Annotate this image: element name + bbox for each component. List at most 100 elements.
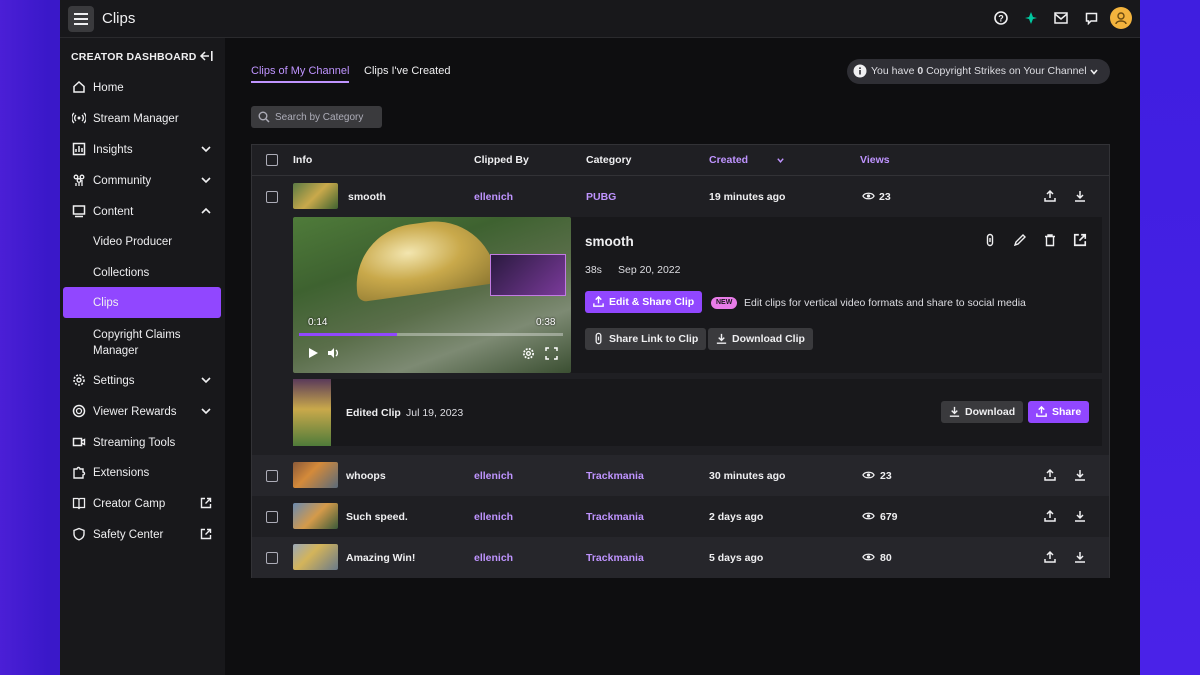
sidebar-item-stream-manager[interactable]: Stream Manager xyxy=(63,103,221,134)
external-link-icon[interactable] xyxy=(1073,233,1087,247)
download-icon[interactable] xyxy=(1073,189,1087,203)
table-row[interactable]: smooth ellenich PUBG 19 minutes ago 23 xyxy=(252,176,1109,217)
tab-clips-of-my-channel[interactable]: Clips of My Channel xyxy=(251,65,349,77)
clipped-by-link[interactable]: ellenich xyxy=(474,552,513,564)
share-link-button[interactable]: Share Link to Clip xyxy=(585,328,707,350)
sidebar-item-label: Insights xyxy=(93,143,133,156)
download-icon[interactable] xyxy=(1073,509,1087,523)
download-icon xyxy=(716,333,727,344)
share-icon[interactable] xyxy=(1043,468,1057,482)
view-count: 679 xyxy=(880,511,898,523)
inbox-icon[interactable] xyxy=(1050,7,1072,29)
sidebar-item-collections[interactable]: Collections xyxy=(63,257,221,288)
sort-chevron-icon[interactable] xyxy=(776,156,785,165)
table-header: Info Clipped By Category Created Views xyxy=(252,145,1109,176)
download-icon[interactable] xyxy=(1073,468,1087,482)
select-all-checkbox[interactable] xyxy=(266,154,278,166)
clip-title[interactable]: smooth xyxy=(348,191,386,203)
clip-title[interactable]: Such speed. xyxy=(346,511,408,523)
sidebar-item-extensions[interactable]: Extensions xyxy=(63,457,221,488)
menu-button[interactable] xyxy=(68,6,94,32)
edited-share-button[interactable]: Share xyxy=(1028,401,1090,423)
video-progress-bar[interactable] xyxy=(299,333,563,336)
help-icon[interactable]: ? xyxy=(990,7,1012,29)
camera-icon xyxy=(72,437,86,447)
row-checkbox[interactable] xyxy=(266,552,278,564)
sidebar-item-video-producer[interactable]: Video Producer xyxy=(63,226,221,257)
clip-title[interactable]: whoops xyxy=(346,470,386,482)
edited-clip-thumbnail[interactable] xyxy=(293,379,331,446)
row-checkbox[interactable] xyxy=(266,191,278,203)
clip-duration: 38s xyxy=(585,264,602,276)
app-title: Clips xyxy=(102,10,136,27)
video-player[interactable]: 0:14 0:38 xyxy=(293,217,571,373)
sidebar-item-creator-camp[interactable]: Creator Camp xyxy=(63,488,221,519)
video-current-time: 0:14 xyxy=(308,317,328,328)
sidebar-item-safety-center[interactable]: Safety Center xyxy=(63,519,221,550)
rewards-icon xyxy=(72,404,86,418)
header-category[interactable]: Category xyxy=(586,154,632,166)
header-info: Info xyxy=(293,154,313,166)
share-icon[interactable] xyxy=(1043,189,1057,203)
copyright-strikes-dropdown[interactable]: You have 0 Copyright Strikes on Your Cha… xyxy=(847,59,1110,84)
whispers-icon[interactable] xyxy=(1080,7,1102,29)
search-input[interactable]: Search by Category xyxy=(251,106,382,128)
sidebar-item-settings[interactable]: Settings xyxy=(63,365,221,396)
clipped-by-link[interactable]: ellenich xyxy=(474,191,513,203)
table-row[interactable]: whoops ellenich Trackmania 30 minutes ag… xyxy=(252,455,1109,496)
sidebar-item-community[interactable]: Community xyxy=(63,165,221,196)
sidebar: CREATOR DASHBOARD Home Stream Manager In… xyxy=(60,38,225,675)
share-icon[interactable] xyxy=(1043,550,1057,564)
share-icon[interactable] xyxy=(1043,509,1057,523)
download-clip-button[interactable]: Download Clip xyxy=(708,328,813,350)
category-link[interactable]: PUBG xyxy=(586,191,616,203)
header-created[interactable]: Created xyxy=(709,154,748,166)
tab-clips-ive-created[interactable]: Clips I've Created xyxy=(364,65,450,77)
sidebar-item-clips[interactable]: Clips xyxy=(63,287,221,318)
sidebar-item-viewer-rewards[interactable]: Viewer Rewards xyxy=(63,396,221,427)
crown-icon[interactable] xyxy=(1020,7,1042,29)
fullscreen-icon[interactable] xyxy=(545,347,558,360)
header-clipped-by[interactable]: Clipped By xyxy=(474,154,529,166)
home-icon xyxy=(73,80,85,93)
table-row[interactable]: Amazing Win! ellenich Trackmania 5 days … xyxy=(252,537,1109,578)
chevron-down-icon xyxy=(201,377,211,384)
clip-thumbnail[interactable] xyxy=(293,503,338,529)
download-clip-label: Download Clip xyxy=(732,333,805,345)
settings-icon[interactable] xyxy=(522,347,535,360)
collapse-sidebar-icon[interactable] xyxy=(199,50,213,65)
category-link[interactable]: Trackmania xyxy=(586,552,644,564)
broadcast-icon xyxy=(72,112,86,124)
sidebar-item-label: Viewer Rewards xyxy=(93,405,177,418)
category-link[interactable]: Trackmania xyxy=(586,470,644,482)
category-link[interactable]: Trackmania xyxy=(586,511,644,523)
clip-thumbnail[interactable] xyxy=(293,544,338,570)
parachute xyxy=(348,217,498,303)
table-row[interactable]: Such speed. ellenich Trackmania 2 days a… xyxy=(252,496,1109,537)
sidebar-item-insights[interactable]: Insights xyxy=(63,134,221,165)
sidebar-item-content[interactable]: Content xyxy=(63,196,221,227)
trash-icon[interactable] xyxy=(1043,233,1057,247)
edit-share-clip-button[interactable]: Edit & Share Clip xyxy=(585,291,703,313)
clip-title[interactable]: Amazing Win! xyxy=(346,552,415,564)
clipped-by-link[interactable]: ellenich xyxy=(474,511,513,523)
sidebar-item-home[interactable]: Home xyxy=(63,72,221,103)
clip-thumbnail[interactable] xyxy=(293,462,338,488)
sidebar-item-streaming-tools[interactable]: Streaming Tools xyxy=(63,427,221,458)
new-badge: NEW xyxy=(711,297,738,309)
clipped-by-link[interactable]: ellenich xyxy=(474,470,513,482)
edited-download-button[interactable]: Download xyxy=(941,401,1024,423)
row-checkbox[interactable] xyxy=(266,470,278,482)
download-icon[interactable] xyxy=(1073,550,1087,564)
eye-icon xyxy=(862,192,875,200)
header-views[interactable]: Views xyxy=(860,154,890,166)
row-checkbox[interactable] xyxy=(266,511,278,523)
link-icon[interactable] xyxy=(983,233,997,247)
volume-icon[interactable] xyxy=(327,347,341,359)
avatar[interactable] xyxy=(1110,7,1132,29)
created-time: 2 days ago xyxy=(709,511,764,523)
play-icon[interactable] xyxy=(307,347,319,359)
clip-thumbnail[interactable] xyxy=(293,183,338,209)
edit-icon[interactable] xyxy=(1013,233,1027,247)
sidebar-item-copyright-claims-manager[interactable]: Copyright Claims Manager xyxy=(63,324,221,362)
